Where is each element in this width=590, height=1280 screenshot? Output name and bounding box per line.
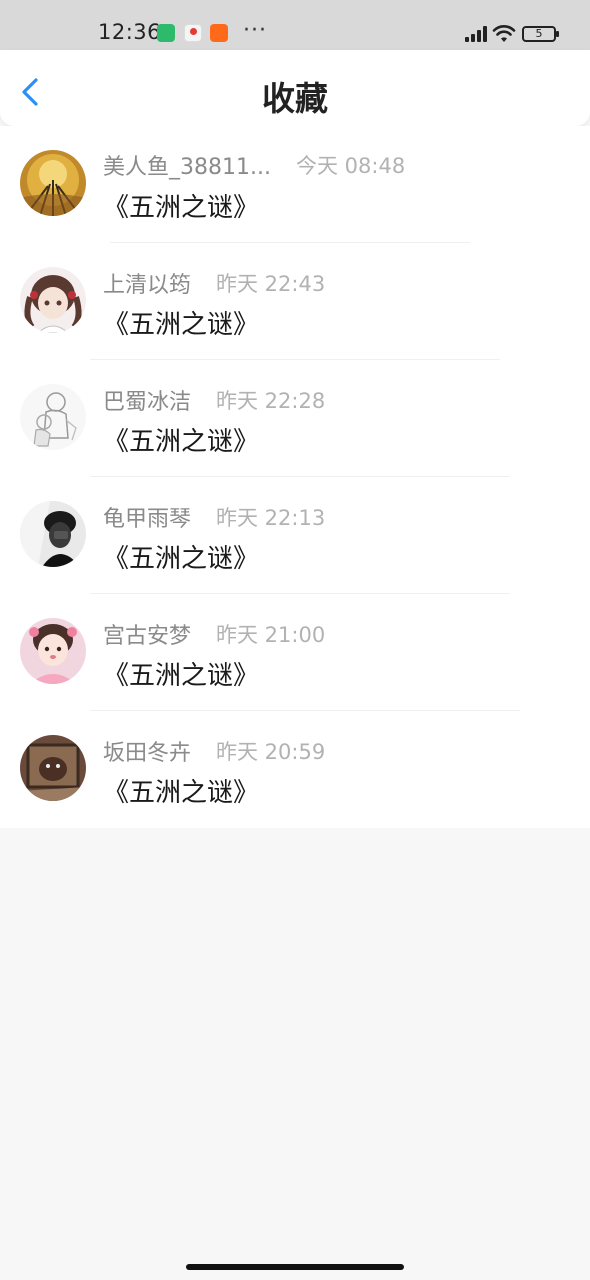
username: 龟甲雨琴 [103, 507, 192, 532]
avatar [20, 150, 86, 216]
page-title: 收藏 [262, 79, 328, 118]
timestamp: 昨天 21:00 [216, 623, 326, 647]
header: 收藏 [0, 50, 590, 126]
taobao-app-icon [210, 24, 228, 42]
battery-icon: 5 [522, 26, 559, 42]
book-title: 《五洲之谜》 [103, 544, 260, 574]
timestamp: 昨天 22:28 [216, 389, 326, 413]
book-title: 《五洲之谜》 [103, 427, 260, 457]
avatar [20, 618, 86, 684]
book-title: 《五洲之谜》 [103, 310, 260, 340]
timestamp: 昨天 22:43 [216, 272, 326, 296]
avatar [20, 267, 86, 333]
signal-icon [465, 26, 487, 42]
security-app-icon [157, 24, 175, 42]
book-title: 《五洲之谜》 [103, 661, 260, 691]
avatar [20, 735, 86, 801]
book-title: 《五洲之谜》 [103, 193, 260, 223]
username: 美人鱼_38811... [103, 155, 271, 180]
wifi-icon [492, 25, 516, 42]
list-item[interactable]: 巴蜀冰洁 昨天 22:28 《五洲之谜》 [0, 360, 590, 477]
timestamp: 昨天 22:13 [216, 506, 326, 530]
favorites-list: 美人鱼_38811... 今天 08:48 《五洲之谜》 上清以筠 昨天 22:… [0, 126, 590, 828]
avatar [20, 501, 86, 567]
list-item[interactable]: 宫古安梦 昨天 21:00 《五洲之谜》 [0, 594, 590, 711]
list-item[interactable]: 坂田冬卉 昨天 20:59 《五洲之谜》 [0, 711, 590, 828]
timestamp: 今天 08:48 [296, 154, 406, 178]
map-app-icon [184, 24, 202, 42]
username: 上清以筠 [103, 273, 192, 298]
username: 宫古安梦 [103, 624, 192, 649]
list-item[interactable]: 上清以筠 昨天 22:43 《五洲之谜》 [0, 243, 590, 360]
username: 坂田冬卉 [103, 741, 192, 766]
status-bar: 12:36 ··· 5 [0, 0, 590, 50]
empty-background [0, 828, 590, 1258]
username: 巴蜀冰洁 [103, 390, 192, 415]
timestamp: 昨天 20:59 [216, 740, 326, 764]
avatar [20, 384, 86, 450]
more-notifications-icon: ··· [243, 18, 267, 43]
home-indicator[interactable] [186, 1264, 404, 1270]
book-title: 《五洲之谜》 [103, 778, 260, 808]
list-item[interactable]: 龟甲雨琴 昨天 22:13 《五洲之谜》 [0, 477, 590, 594]
status-time: 12:36 [98, 20, 162, 44]
list-item[interactable]: 美人鱼_38811... 今天 08:48 《五洲之谜》 [0, 126, 590, 243]
